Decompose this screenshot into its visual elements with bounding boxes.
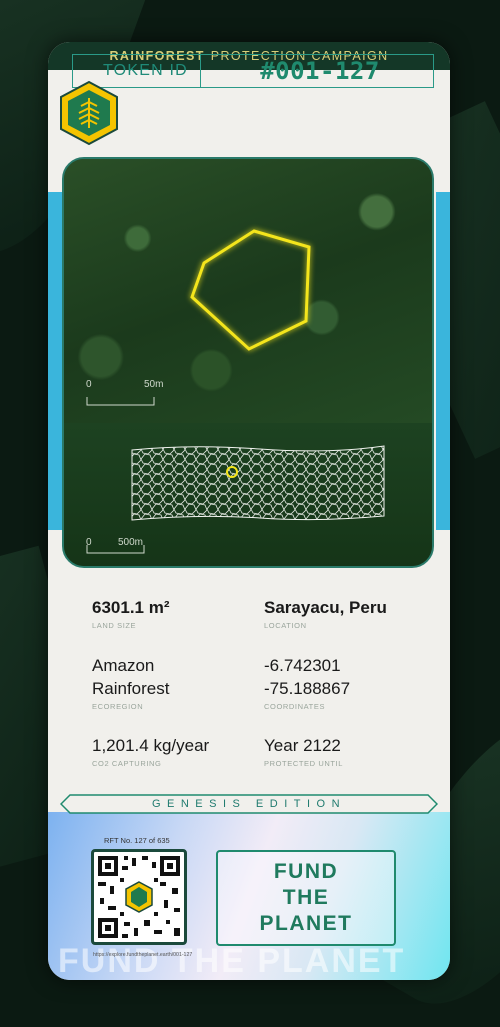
- scale-bar-top: [86, 397, 155, 406]
- plot-hexagon-outline: [190, 229, 311, 351]
- stat-land-size: 6301.1 m² LAND SIZE: [92, 596, 252, 630]
- stat-ecoregion: Amazon Rainforest ECOREGION: [92, 654, 252, 711]
- ecoregion-value-line1: Amazon: [92, 656, 155, 675]
- scale-top-zero: 0: [86, 379, 92, 390]
- scale-bottom-zero: 0: [86, 537, 92, 548]
- longitude-value: -75.188867: [264, 679, 351, 698]
- token-id-row: TOKEN ID #001-127: [72, 54, 434, 88]
- latitude-value: -6.742301: [264, 656, 341, 675]
- fern-badge-icon: [60, 80, 118, 146]
- stat-protected-until: Year 2122 PROTECTED UNTIL: [264, 734, 424, 768]
- satellite-map: 0 50m 0 500m: [62, 157, 434, 568]
- location-value: Sarayacu, Peru: [264, 598, 387, 617]
- genesis-edition-band: GENESIS EDITION: [60, 794, 438, 814]
- protected-until-value: Year 2122: [264, 736, 341, 755]
- side-accent-left: [48, 192, 62, 530]
- co2-value: 1,201.4 kg/year: [92, 736, 210, 755]
- coordinates-label: COORDINATES: [264, 702, 326, 711]
- ecoregion-value-line2: Rainforest: [92, 679, 170, 698]
- plot-grid-overview: [131, 445, 385, 521]
- qr-code[interactable]: [91, 849, 187, 945]
- rft-number: RFT No. 127 of 635: [104, 836, 170, 845]
- stat-location: Sarayacu, Peru LOCATION: [264, 596, 424, 630]
- token-id-value: #001-127: [260, 57, 380, 85]
- stat-coordinates: -6.742301 -75.188867 COORDINATES: [264, 654, 424, 711]
- fund-the-planet-button[interactable]: FUND THE PLANET: [216, 850, 396, 946]
- side-accent-right: [436, 192, 450, 530]
- fund-button-label: FUND THE PLANET: [259, 860, 353, 935]
- scale-top-distance: 50m: [144, 379, 164, 390]
- stat-co2: 1,201.4 kg/year CO2 CAPTURING: [92, 734, 252, 768]
- ecoregion-label: ECOREGION: [92, 702, 144, 711]
- qr-url[interactable]: https://explore.fundtheplanet.earth/001-…: [93, 952, 192, 958]
- location-label: LOCATION: [264, 621, 307, 630]
- watermark-text: FUND THE PLANET: [58, 942, 406, 980]
- scale-bottom-distance: 500m: [118, 537, 144, 548]
- co2-label: CO2 CAPTURING: [92, 759, 162, 768]
- protected-until-label: PROTECTED UNTIL: [264, 759, 344, 768]
- genesis-edition-label: GENESIS EDITION: [151, 798, 347, 810]
- land-size-label: LAND SIZE: [92, 621, 137, 630]
- land-size-value: 6301.1 m²: [92, 598, 170, 617]
